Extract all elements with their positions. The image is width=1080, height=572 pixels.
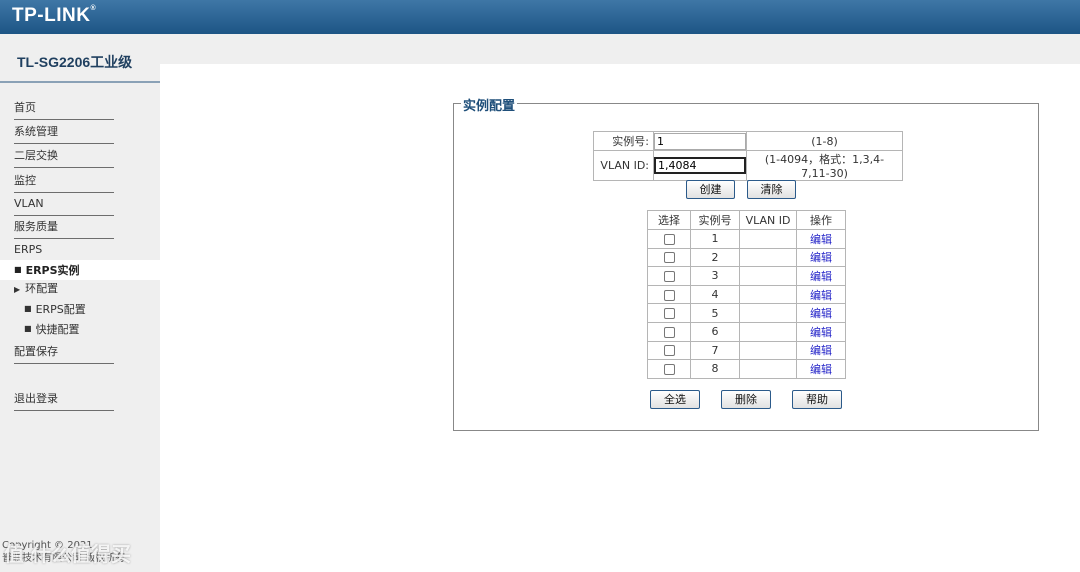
header-select: 选择 [647,210,691,230]
row-checkbox[interactable] [663,345,675,357]
panel-title: 实例配置 [461,95,518,114]
sidebar-item-home[interactable]: 首页 [14,100,114,120]
sidebar-item-qos[interactable]: 服务质量 [14,219,114,239]
edit-link[interactable]: 编辑 [810,363,832,376]
header-vlan-id: VLAN ID [739,210,797,230]
instance-input[interactable] [654,132,746,150]
table-row: 8 编辑 [647,359,846,379]
row-instance-id: 5 [690,303,740,323]
sidebar-item-ring-config[interactable]: ▶ 环配置 [14,282,58,297]
instance-form: 实例号: (1-8) VLAN ID: (1-4094，格式：1,3,4-7,1… [593,131,903,181]
create-button[interactable]: 创建 [686,180,735,199]
site-watermark: 值 什么值得买 [4,542,131,566]
table-header-row: 选择 实例号 VLAN ID 操作 [647,210,846,230]
help-button[interactable]: 帮助 [792,390,842,409]
select-all-button[interactable]: 全选 [650,390,700,409]
row-instance-id: 1 [690,229,740,249]
edit-link[interactable]: 编辑 [810,326,832,339]
row-checkbox[interactable] [663,289,675,301]
table-row: 2 编辑 [647,247,846,268]
sidebar-item-label: ERPS配置 [35,303,86,316]
header-stripe [0,34,1080,64]
instance-table: 选择 实例号 VLAN ID 操作 1 编辑 2 编辑 3 编辑 4 编辑 5 … [647,210,846,379]
sidebar-item-vlan[interactable]: VLAN [14,196,114,216]
bullet-icon: ■ [14,265,22,274]
sidebar-item-l2-switching[interactable]: 二层交换 [14,148,114,168]
edit-link[interactable]: 编辑 [810,251,832,264]
expand-triangle-icon: ▶ [14,285,21,294]
row-checkbox[interactable] [663,252,675,264]
sidebar-item-label: 环配置 [25,282,59,295]
instance-hint: (1-8) [746,131,903,151]
table-row: 4 编辑 [647,284,846,305]
registered-mark: ® [90,5,97,12]
row-vlan-id [739,229,797,249]
instance-config-panel: 实例配置 实例号: (1-8) VLAN ID: (1-4094，格式：1,3,… [453,95,1039,431]
instance-label: 实例号: [593,131,654,151]
sidebar-item-quick-config[interactable]: ■ 快捷配置 [24,322,80,337]
vlan-id-label: VLAN ID: [593,150,654,181]
row-vlan-id [739,359,797,379]
row-instance-id: 3 [690,266,740,286]
row-vlan-id [739,266,797,286]
row-instance-id: 2 [690,247,740,268]
row-vlan-id [739,321,797,342]
sidebar-item-monitor[interactable]: 监控 [14,173,114,193]
row-instance-id: 4 [690,284,740,305]
table-row: 1 编辑 [647,229,846,249]
row-vlan-id [739,340,797,361]
bullet-icon: ■ [24,324,32,333]
header-action: 操作 [796,210,846,230]
sidebar-item-erps[interactable]: ERPS [14,242,114,262]
bullet-icon: ■ [24,304,32,313]
row-checkbox[interactable] [663,308,675,320]
vlan-id-hint: (1-4094，格式：1,3,4-7,11-30) [746,150,903,181]
sidebar-item-label: 快捷配置 [35,323,80,336]
row-checkbox[interactable] [663,326,675,338]
table-row: 5 编辑 [647,303,846,323]
row-instance-id: 7 [690,340,740,361]
top-banner: TP-LINK® [0,0,1080,34]
row-instance-id: 8 [690,359,740,379]
row-vlan-id [739,284,797,305]
row-vlan-id [739,247,797,268]
table-row: 7 编辑 [647,340,846,361]
sidebar-item-erps-config[interactable]: ■ ERPS配置 [24,302,86,317]
sidebar-item-save-config[interactable]: 配置保存 [14,344,114,364]
sidebar-item-logout[interactable]: 退出登录 [14,391,114,411]
sidebar-item-system[interactable]: 系统管理 [14,124,114,144]
edit-link[interactable]: 编辑 [810,344,832,357]
row-checkbox[interactable] [663,363,675,375]
row-checkbox[interactable] [663,270,675,282]
edit-link[interactable]: 编辑 [810,270,832,283]
sidebar-item-label: ERPS实例 [25,264,80,277]
tp-link-logo: TP-LINK® [12,5,96,27]
delete-button[interactable]: 删除 [721,390,771,409]
logo-text: TP-LINK [12,5,91,26]
vlan-id-input[interactable] [654,157,746,174]
row-instance-id: 6 [690,321,740,342]
clear-button[interactable]: 清除 [747,180,796,199]
table-row: 3 编辑 [647,266,846,286]
edit-link[interactable]: 编辑 [810,289,832,302]
row-checkbox[interactable] [663,233,675,245]
sidebar-item-erps-instance[interactable]: ■ ERPS实例 [0,260,160,280]
row-vlan-id [739,303,797,323]
edit-link[interactable]: 编辑 [810,233,832,246]
device-model: TL-SG2206工业级 [17,54,133,70]
header-instance: 实例号 [690,210,740,230]
edit-link[interactable]: 编辑 [810,307,832,320]
model-divider [0,81,160,83]
table-row: 6 编辑 [647,321,846,342]
sidebar: TL-SG2206工业级 首页 系统管理 二层交换 监控 VLAN 服务质量 E… [0,34,160,572]
